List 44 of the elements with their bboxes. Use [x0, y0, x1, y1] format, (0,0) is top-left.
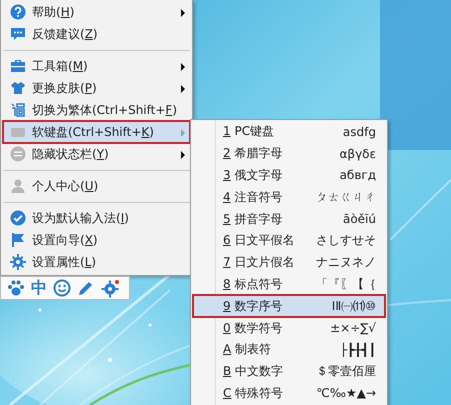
submenu-arrow-icon — [181, 85, 185, 93]
menu-item[interactable]: 9 数字序号 ⅠⅡ㈠⑾⑩ — [193, 295, 385, 318]
help-icon — [10, 4, 26, 20]
menu-item[interactable]: 6 日文平假名 さしすせそ — [193, 230, 385, 252]
submenu-arrow-icon — [181, 63, 185, 71]
menu-item[interactable]: 工具箱(M) — [3, 55, 190, 77]
menu-item[interactable]: 隐藏状态栏(Y) — [3, 143, 190, 165]
smiley-icon[interactable] — [53, 279, 71, 297]
menu-item[interactable]: 8 标点符号 「『〖【｛ — [193, 274, 385, 296]
submenu-arrow-icon — [181, 9, 185, 17]
menu-item[interactable]: C 特殊符号 ℃‰★▲→ — [193, 382, 385, 404]
settings-icon — [10, 254, 26, 270]
menu-item[interactable]: B 中文数字 ＄零壹佰厘 — [193, 360, 385, 383]
menu-item[interactable]: 反馈建议(Z) — [3, 23, 190, 45]
menu-item[interactable]: 0 数学符号 ±×÷∑√ — [193, 317, 385, 339]
menu-item[interactable]: 4 注音符号 ㄆㄊㄍㄐㄔ — [193, 186, 385, 208]
submenu-arrow-icon — [181, 151, 185, 159]
toolbox-icon — [10, 58, 26, 74]
menu-item[interactable]: A 制表符 ├┣╂┫┃ — [193, 338, 385, 361]
language-toggle[interactable]: 中 — [31, 279, 47, 297]
character-icon — [10, 102, 26, 118]
settings-icon[interactable] — [101, 278, 120, 298]
menu-item[interactable]: 设置向导(X) — [3, 229, 190, 251]
menu-item[interactable]: 3 俄文字母 абвгд — [193, 164, 385, 186]
menu-item[interactable]: 更换皮肤(P) — [3, 77, 190, 99]
menu-item[interactable]: 设置属性(L) — [3, 251, 190, 273]
chat-bubble-icon — [10, 26, 26, 42]
menu-item[interactable]: 软键盘(Ctrl+Shift+K) — [3, 121, 190, 143]
menu-item[interactable]: 切换为繁体(Ctrl+Shift+F) — [3, 99, 190, 121]
menu-item[interactable]: 5 拼音字母 āòěīú — [193, 208, 385, 230]
check-circle-icon — [10, 210, 26, 226]
user-icon — [10, 178, 26, 194]
flag-icon — [10, 232, 26, 248]
paw-icon[interactable] — [7, 279, 25, 297]
menu-item[interactable]: 1 PC键盘 asdfg — [193, 121, 385, 143]
submenu-arrow-icon — [181, 129, 185, 137]
minus-circle-icon — [10, 146, 26, 162]
menu-item[interactable]: 帮助(H) — [3, 1, 190, 23]
menu-item[interactable]: 设为默认输入法(I) — [3, 207, 190, 229]
shirt-icon — [10, 80, 26, 96]
menu-item[interactable]: 7 日文片假名 ナニヌネノ — [193, 252, 385, 274]
pencil-icon[interactable] — [77, 279, 95, 297]
menu-item[interactable]: 2 希腊字母 αβγδε — [193, 142, 385, 165]
menu-item[interactable]: 个人中心(U) — [3, 175, 190, 197]
